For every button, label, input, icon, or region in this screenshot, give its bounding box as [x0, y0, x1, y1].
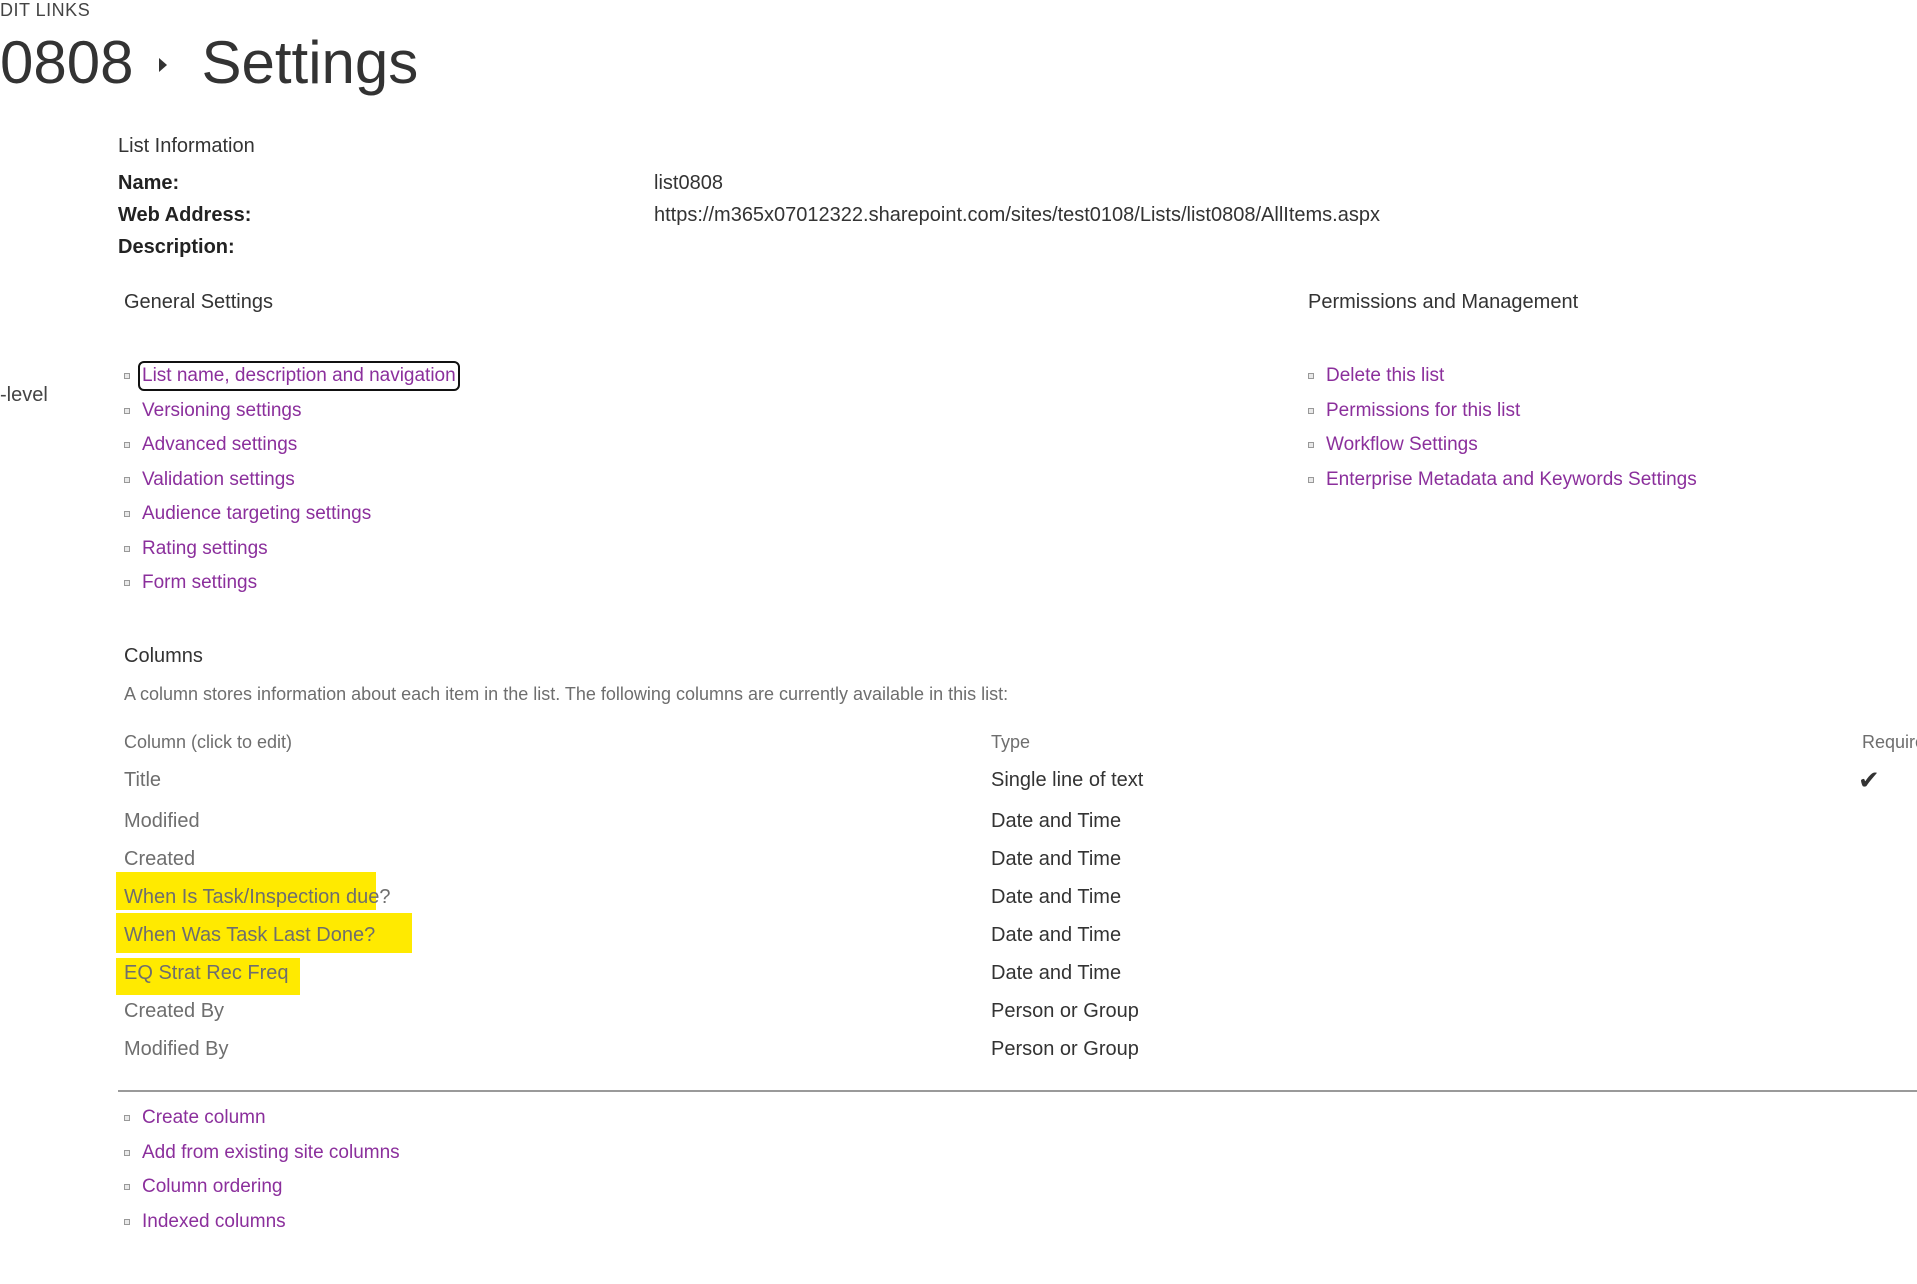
list-information-heading: List Information	[118, 135, 255, 157]
web-address-label: Web Address:	[118, 204, 252, 226]
bullet-icon	[1308, 373, 1314, 380]
breadcrumb-arrow-icon	[159, 57, 168, 72]
permissions-list: Delete this list Permissions for this li…	[1302, 359, 1697, 497]
bullet-icon	[124, 407, 130, 414]
bullet-icon	[124, 476, 130, 483]
general-settings-heading: General Settings	[124, 291, 273, 313]
audience-targeting-settings-link[interactable]: Audience targeting settings	[142, 503, 371, 525]
columns-heading: Columns	[124, 645, 203, 667]
column-type: Date and Time	[991, 962, 1122, 984]
table-row: Modified By Person or Group	[0, 1038, 1917, 1076]
bullet-icon	[124, 1115, 130, 1122]
bullet-icon	[124, 1184, 130, 1191]
bullet-icon	[124, 511, 130, 518]
rating-settings-link[interactable]: Rating settings	[142, 538, 268, 560]
general-settings-item: Rating settings	[118, 532, 456, 567]
general-settings-item: Validation settings	[118, 463, 456, 498]
column-type: Date and Time	[991, 886, 1122, 908]
bullet-icon	[124, 442, 130, 449]
bullet-icon	[1308, 407, 1314, 414]
advanced-settings-link[interactable]: Advanced settings	[142, 434, 297, 456]
column-action-item: Column ordering	[118, 1170, 400, 1205]
name-label: Name:	[118, 172, 180, 194]
general-settings-item: Form settings	[118, 566, 456, 601]
general-settings-list: List name, description and navigation Ve…	[118, 359, 460, 601]
list-name-description-navigation-link[interactable]: List name, description and navigation	[138, 361, 460, 392]
column-type: Person or Group	[991, 1038, 1139, 1060]
permissions-item: Permissions for this list	[1302, 394, 1697, 429]
columns-divider	[118, 1090, 1917, 1092]
indexed-columns-link[interactable]: Indexed columns	[142, 1211, 286, 1233]
name-value: list0808	[654, 172, 723, 194]
table-row: When Is Task/Inspection due? Date and Tim…	[0, 886, 1917, 924]
table-row: Created Date and Time	[0, 848, 1917, 886]
bullet-icon	[124, 1149, 130, 1156]
versioning-settings-link[interactable]: Versioning settings	[142, 400, 302, 422]
page-title: 0808 Settings	[0, 28, 418, 97]
general-settings-item: List name, description and navigation	[118, 359, 460, 394]
column-required-header: Require	[1862, 732, 1917, 752]
general-settings-item: Audience targeting settings	[118, 497, 456, 532]
bullet-icon	[124, 580, 130, 587]
column-action-item: Create column	[118, 1101, 400, 1136]
column-actions-list: Create column Add from existing site col…	[118, 1101, 400, 1239]
page-title-text: Settings	[201, 29, 419, 96]
table-row: Created By Person or Group	[0, 1000, 1917, 1038]
workflow-settings-link[interactable]: Workflow Settings	[1326, 434, 1478, 456]
column-name-link[interactable]: Created	[124, 848, 195, 871]
permissions-item: Workflow Settings	[1302, 428, 1697, 463]
column-name-link[interactable]: When Is Task/Inspection due?	[124, 886, 390, 909]
delete-list-link[interactable]: Delete this list	[1326, 365, 1444, 387]
web-address-value: https://m365x07012322.sharepoint.com/sit…	[654, 204, 1380, 226]
table-row: When Was Task Last Done? Date and Time	[0, 924, 1917, 962]
column-type-header: Type	[991, 732, 1031, 752]
column-name-link[interactable]: When Was Task Last Done?	[124, 924, 375, 947]
column-type: Date and Time	[991, 848, 1122, 870]
bullet-icon	[124, 545, 130, 552]
table-row: Modified Date and Time	[0, 810, 1917, 848]
form-settings-link[interactable]: Form settings	[142, 572, 257, 594]
edit-links[interactable]: DIT LINKS	[0, 0, 90, 21]
column-type: Single line of text	[991, 769, 1144, 791]
bullet-icon	[124, 1218, 130, 1225]
bullet-icon	[1308, 476, 1314, 483]
create-column-link[interactable]: Create column	[142, 1107, 266, 1129]
columns-description: A column stores information about each i…	[124, 684, 1009, 704]
column-type: Person or Group	[991, 1000, 1139, 1022]
required-check-icon: ✔	[1858, 765, 1880, 795]
general-settings-item: Advanced settings	[118, 428, 456, 463]
validation-settings-link[interactable]: Validation settings	[142, 469, 295, 491]
table-row: EQ Strat Rec Freq Date and Time	[0, 962, 1917, 1000]
column-name-link[interactable]: Created By	[124, 1000, 224, 1023]
column-type: Date and Time	[991, 924, 1122, 946]
enterprise-metadata-keywords-link[interactable]: Enterprise Metadata and Keywords Setting…	[1326, 469, 1697, 491]
general-settings-item: Versioning settings	[118, 394, 456, 429]
column-name-link[interactable]: Title	[124, 769, 161, 792]
permissions-item: Delete this list	[1302, 359, 1697, 394]
column-action-item: Indexed columns	[118, 1205, 400, 1240]
permissions-item: Enterprise Metadata and Keywords Setting…	[1302, 463, 1697, 498]
column-ordering-link[interactable]: Column ordering	[142, 1176, 282, 1198]
bullet-icon	[1308, 442, 1314, 449]
column-name-header: Column (click to edit)	[124, 732, 293, 752]
bullet-icon	[124, 373, 130, 380]
permissions-heading: Permissions and Management	[1308, 291, 1579, 313]
column-name-link[interactable]: Modified	[124, 810, 200, 833]
breadcrumb-list-name[interactable]: 0808	[0, 28, 133, 97]
column-action-item: Add from existing site columns	[118, 1136, 400, 1171]
add-existing-site-columns-link[interactable]: Add from existing site columns	[142, 1142, 400, 1164]
column-name-link[interactable]: EQ Strat Rec Freq	[124, 962, 289, 985]
column-type: Date and Time	[991, 810, 1122, 832]
left-nav-partial-item[interactable]: -level	[0, 384, 48, 407]
table-row: Title Single line of text ✔	[0, 765, 1917, 807]
description-label: Description:	[118, 236, 235, 258]
permissions-for-list-link[interactable]: Permissions for this list	[1326, 400, 1520, 422]
column-name-link[interactable]: Modified By	[124, 1038, 229, 1061]
